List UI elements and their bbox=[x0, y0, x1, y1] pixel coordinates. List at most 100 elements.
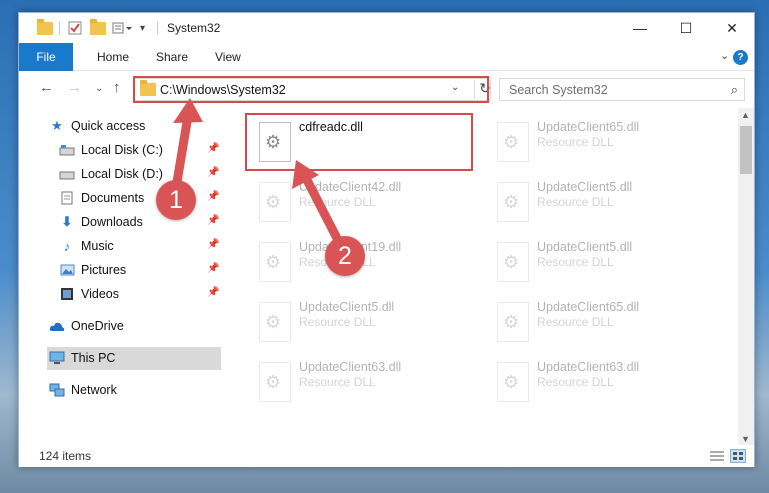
videos-icon bbox=[59, 287, 75, 301]
dll-file-icon bbox=[497, 182, 529, 222]
scroll-up-icon[interactable]: ▲ bbox=[741, 110, 750, 120]
file-type: Resource DLL bbox=[537, 315, 614, 329]
pin-icon[interactable]: 📌 bbox=[207, 167, 219, 178]
file-name: UpdateClient5.dll bbox=[537, 180, 633, 194]
customize-qa-button[interactable] bbox=[112, 19, 134, 37]
file-item[interactable]: UpdateClient5.dll Resource DLL bbox=[483, 232, 713, 288]
sidebar-item-downloads[interactable]: ⬇ Downloads bbox=[59, 211, 143, 233]
callout-badge-1: 1 bbox=[156, 180, 196, 220]
details-view-icon bbox=[710, 451, 724, 461]
customize-icon bbox=[112, 22, 132, 34]
sidebar-item-network[interactable]: Network bbox=[49, 379, 117, 401]
properties-button[interactable] bbox=[67, 19, 83, 37]
tab-file[interactable]: File bbox=[19, 43, 73, 71]
qa-dropdown-icon[interactable]: ▾ bbox=[140, 19, 145, 37]
file-type: Resource DLL bbox=[537, 195, 614, 209]
new-folder-button[interactable] bbox=[90, 18, 106, 37]
scroll-down-icon[interactable]: ▼ bbox=[741, 434, 750, 444]
search-icon[interactable]: ⌕ bbox=[731, 82, 738, 98]
file-item[interactable]: UpdateClient63.dll Resource DLL bbox=[483, 352, 713, 408]
minimize-button[interactable]: — bbox=[617, 13, 663, 43]
vertical-scrollbar[interactable]: ▲ ▼ bbox=[738, 108, 754, 446]
folder-icon bbox=[37, 18, 53, 35]
explorer-window: ▾ System32 — ☐ ✕ File Home Share View ⌄ … bbox=[18, 12, 755, 467]
maximize-button[interactable]: ☐ bbox=[663, 13, 709, 43]
expand-ribbon-icon[interactable]: ⌄ bbox=[720, 49, 729, 62]
item-count: 124 items bbox=[39, 449, 92, 463]
sidebar-item-label: Network bbox=[71, 383, 117, 397]
details-view-button[interactable] bbox=[709, 449, 725, 463]
status-bar: 124 items bbox=[19, 445, 754, 467]
pin-icon[interactable]: 📌 bbox=[207, 191, 219, 202]
file-item[interactable]: UpdateClient5.dll Resource DLL bbox=[245, 292, 475, 348]
pin-icon[interactable]: 📌 bbox=[207, 143, 219, 154]
sidebar-item-label: Quick access bbox=[71, 119, 146, 133]
computer-icon bbox=[49, 351, 65, 365]
forward-button[interactable]: → bbox=[67, 79, 82, 96]
properties-icon bbox=[68, 21, 82, 35]
sidebar-item-videos[interactable]: Videos bbox=[59, 283, 119, 305]
file-item[interactable]: UpdateClient42.dll Resource DLL bbox=[245, 172, 475, 228]
sidebar-item-label: Local Disk (D:) bbox=[81, 167, 163, 181]
file-type: Resource DLL bbox=[537, 375, 614, 389]
help-icon[interactable]: ? bbox=[733, 50, 748, 65]
callout-badge-2: 2 bbox=[325, 236, 365, 276]
file-item[interactable]: UpdateClient63.dll Resource DLL bbox=[245, 352, 475, 408]
network-icon bbox=[49, 383, 65, 397]
file-name: UpdateClient65.dll bbox=[537, 120, 640, 134]
file-item[interactable]: UpdateClient5.dll Resource DLL bbox=[483, 172, 713, 228]
sidebar-item-pictures[interactable]: Pictures bbox=[59, 259, 126, 281]
file-type: Resource DLL bbox=[537, 135, 614, 149]
file-item[interactable]: UpdateClient65.dll Resource DLL bbox=[483, 112, 713, 168]
large-icons-view-icon bbox=[733, 452, 743, 460]
navigation-pane: ★ Quick access Local Disk (C:) 📌 Local D… bbox=[19, 108, 221, 438]
drive-icon bbox=[59, 143, 75, 157]
drive-icon bbox=[59, 167, 75, 181]
tab-share[interactable]: Share bbox=[156, 43, 188, 71]
documents-icon bbox=[59, 191, 75, 205]
pin-icon[interactable]: 📌 bbox=[207, 263, 219, 274]
dll-file-icon bbox=[259, 182, 291, 222]
close-button[interactable]: ✕ bbox=[709, 13, 755, 43]
large-icons-view-button[interactable] bbox=[730, 449, 746, 463]
quick-access-toolbar bbox=[37, 18, 53, 37]
sidebar-item-local-disk-c[interactable]: Local Disk (C:) bbox=[59, 139, 163, 161]
dll-file-icon bbox=[259, 362, 291, 402]
dll-file-icon bbox=[497, 362, 529, 402]
pin-icon[interactable]: 📌 bbox=[207, 287, 219, 298]
file-name: UpdateClient5.dll bbox=[299, 300, 395, 314]
title-bar: ▾ System32 — ☐ ✕ bbox=[19, 13, 754, 43]
pictures-icon bbox=[59, 263, 75, 277]
scroll-thumb[interactable] bbox=[740, 126, 752, 174]
dll-file-icon bbox=[497, 242, 529, 282]
dll-file-icon bbox=[497, 302, 529, 342]
file-item[interactable]: UpdateClient65.dll Resource DLL bbox=[483, 292, 713, 348]
sidebar-item-onedrive[interactable]: OneDrive bbox=[49, 315, 124, 337]
tab-view[interactable]: View bbox=[215, 43, 241, 71]
back-button[interactable]: ← bbox=[39, 79, 54, 96]
sidebar-item-local-disk-d[interactable]: Local Disk (D:) bbox=[59, 163, 163, 185]
ribbon: File Home Share View ⌄ ? bbox=[19, 43, 754, 71]
file-name: UpdateClient42.dll bbox=[299, 180, 402, 194]
file-type: Resource DLL bbox=[299, 195, 376, 209]
file-name: UpdateClient5.dll bbox=[537, 240, 633, 254]
cloud-icon bbox=[49, 319, 65, 333]
sidebar-item-this-pc[interactable]: This PC bbox=[49, 347, 115, 369]
sidebar-item-label: Videos bbox=[81, 287, 119, 301]
sidebar-item-quick-access[interactable]: ★ Quick access bbox=[49, 115, 145, 137]
qa-separator-wrap bbox=[59, 19, 60, 37]
new-folder-icon bbox=[90, 18, 106, 35]
pin-icon[interactable]: 📌 bbox=[207, 239, 219, 250]
address-bar-highlight bbox=[133, 76, 489, 103]
downloads-icon: ⬇ bbox=[61, 214, 73, 229]
sidebar-item-documents[interactable]: Documents bbox=[59, 187, 144, 209]
title-separator-wrap bbox=[157, 19, 158, 37]
sidebar-item-music[interactable]: ♪ Music bbox=[59, 235, 114, 257]
search-input[interactable]: Search System32 ⌕ bbox=[499, 78, 745, 101]
tab-home[interactable]: Home bbox=[97, 43, 129, 71]
up-button[interactable]: ↑ bbox=[113, 79, 121, 96]
qa-separator bbox=[59, 21, 60, 35]
pin-icon[interactable]: 📌 bbox=[207, 215, 219, 226]
recent-locations-button[interactable]: ⌄ bbox=[95, 83, 103, 94]
sidebar-item-label: This PC bbox=[71, 351, 116, 365]
